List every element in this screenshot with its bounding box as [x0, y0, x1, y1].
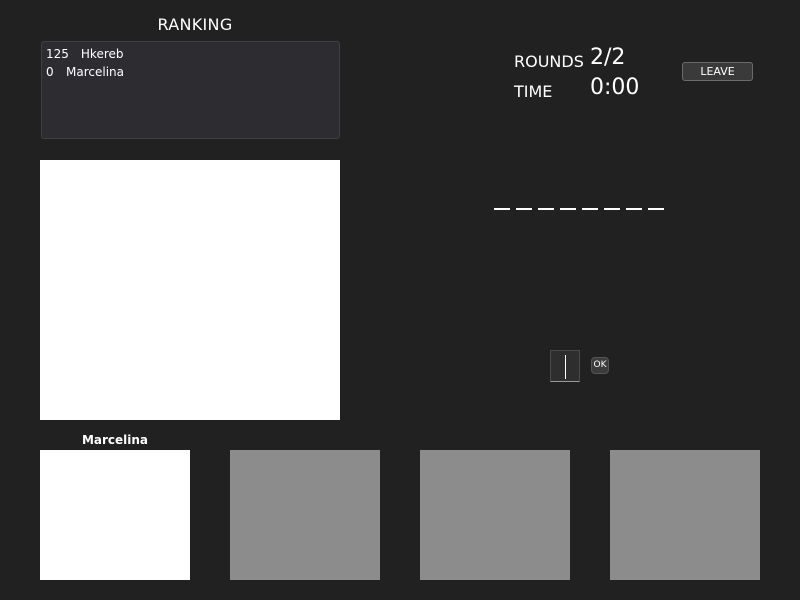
player-slot-active	[40, 450, 190, 580]
player-slot-empty	[230, 450, 380, 580]
rounds-label: ROUNDS	[514, 52, 584, 71]
ranking-title: RANKING	[157, 15, 233, 34]
letter-blank	[604, 196, 620, 210]
letter-blank	[516, 196, 532, 210]
player-slot-empty	[610, 450, 760, 580]
letter-blank	[538, 196, 554, 210]
letter-blank	[648, 196, 664, 210]
ranking-player-name: Hkereb	[80, 47, 124, 61]
time-value: 0:00	[590, 75, 640, 100]
letter-blank	[582, 196, 598, 210]
letter-blank	[494, 196, 510, 210]
player-slot-empty	[420, 450, 570, 580]
leave-button[interactable]: LEAVE	[682, 62, 753, 81]
ranking-row: 125 Hkereb	[46, 45, 335, 63]
ranking-player-name: Marcelina	[66, 65, 124, 79]
letter-blank	[560, 196, 576, 210]
game-screen: RANKING 125 Hkereb 0 Marcelina ROUNDS 2/…	[0, 0, 800, 600]
word-blanks	[494, 196, 674, 212]
letter-blank	[626, 196, 642, 210]
ranking-list: 125 Hkereb 0 Marcelina	[41, 41, 340, 139]
rounds-value: 2/2	[590, 45, 626, 70]
time-label: TIME	[514, 82, 553, 101]
text-caret	[565, 355, 566, 379]
ranking-score: 125	[46, 47, 69, 61]
ranking-score: 0	[46, 65, 54, 79]
ranking-row: 0 Marcelina	[46, 63, 335, 81]
active-player-name: Marcelina	[81, 433, 149, 447]
drawing-canvas[interactable]	[40, 160, 340, 420]
ok-button[interactable]: OK	[591, 357, 609, 374]
